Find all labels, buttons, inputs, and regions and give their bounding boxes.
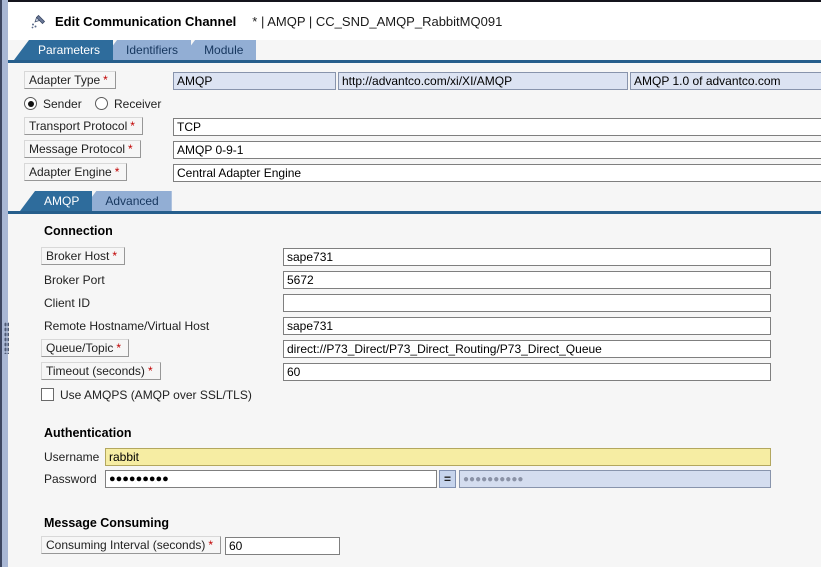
transport-protocol-field[interactable]: [173, 118, 821, 136]
message-consuming-heading: Message Consuming: [44, 516, 170, 530]
adapter-engine-label[interactable]: Adapter Engine *: [24, 163, 128, 181]
tab-module[interactable]: Module: [180, 40, 257, 60]
remote-host-field[interactable]: [283, 317, 771, 335]
sender-radio[interactable]: [24, 97, 37, 110]
broker-port-field[interactable]: [283, 271, 771, 289]
tab-identifiers[interactable]: Identifiers: [102, 40, 192, 60]
consuming-interval-field[interactable]: [225, 537, 340, 555]
client-id-label: Client ID: [44, 296, 91, 310]
page-title: Edit Communication Channel: [55, 14, 237, 29]
password-equals-indicator: =: [439, 470, 456, 488]
timeout-field[interactable]: [283, 363, 771, 381]
receiver-radio[interactable]: [95, 97, 108, 110]
adapter-type-name-field[interactable]: [173, 72, 336, 90]
channel-identifier: * | AMQP | CC_SND_AMQP_RabbitMQ091: [252, 14, 503, 29]
password-label: Password: [44, 472, 97, 486]
edit-channel-icon: [30, 13, 47, 30]
required-marker: *: [114, 165, 120, 179]
edit-communication-channel-window: Edit Communication Channel * | AMQP | CC…: [0, 0, 821, 567]
broker-host-label[interactable]: Broker Host *: [41, 247, 126, 265]
connection-heading: Connection: [44, 224, 113, 238]
client-id-field[interactable]: [283, 294, 771, 312]
timeout-label[interactable]: Timeout (seconds) *: [41, 362, 161, 380]
username-label: Username: [44, 450, 100, 464]
queue-topic-label[interactable]: Queue/Topic *: [41, 339, 130, 357]
adapter-type-namespace-field[interactable]: [338, 72, 628, 90]
main-tabstrip: Parameters Identifiers Module: [14, 40, 257, 60]
broker-host-field[interactable]: [283, 248, 771, 266]
required-marker: *: [112, 249, 118, 263]
tab-parameters[interactable]: Parameters: [14, 40, 114, 60]
adapter-type-version-field[interactable]: [630, 72, 821, 90]
required-marker: *: [147, 364, 153, 378]
broker-port-label: Broker Port: [44, 273, 105, 287]
sender-radio-label: Sender: [43, 97, 82, 111]
adapter-engine-field[interactable]: [173, 164, 821, 182]
receiver-radio-label: Receiver: [114, 97, 162, 111]
required-marker: *: [128, 142, 133, 156]
tab-advanced[interactable]: Advanced: [81, 191, 172, 211]
message-protocol-field[interactable]: [173, 141, 821, 159]
adapter-tabstrip-underline: [8, 211, 821, 214]
queue-topic-field[interactable]: [283, 340, 771, 358]
authentication-heading: Authentication: [44, 426, 132, 440]
password-confirm-field[interactable]: [459, 470, 771, 488]
adapter-type-label[interactable]: Adapter Type *: [24, 71, 116, 89]
required-marker: *: [103, 73, 108, 87]
required-marker: *: [116, 341, 122, 355]
remote-host-label: Remote Hostname/Virtual Host: [44, 319, 210, 333]
adapter-tabstrip: AMQP Advanced: [20, 191, 172, 211]
use-amqps-label: Use AMQPS (AMQP over SSL/TLS): [60, 388, 252, 402]
splitter-grip-icon[interactable]: [4, 322, 9, 354]
required-marker: *: [130, 119, 135, 133]
tab-amqp[interactable]: AMQP: [20, 191, 93, 211]
main-tabstrip-underline: [8, 60, 821, 63]
username-field[interactable]: [105, 448, 771, 466]
use-amqps-checkbox[interactable]: [41, 388, 54, 401]
required-marker: *: [208, 538, 214, 552]
password-field[interactable]: [105, 470, 437, 488]
consuming-interval-label[interactable]: Consuming Interval (seconds) *: [41, 536, 222, 554]
header-bar: Edit Communication Channel * | AMQP | CC…: [8, 2, 821, 40]
message-protocol-label[interactable]: Message Protocol *: [24, 140, 141, 158]
transport-protocol-label[interactable]: Transport Protocol *: [24, 117, 143, 135]
left-splitter[interactable]: [0, 0, 9, 567]
